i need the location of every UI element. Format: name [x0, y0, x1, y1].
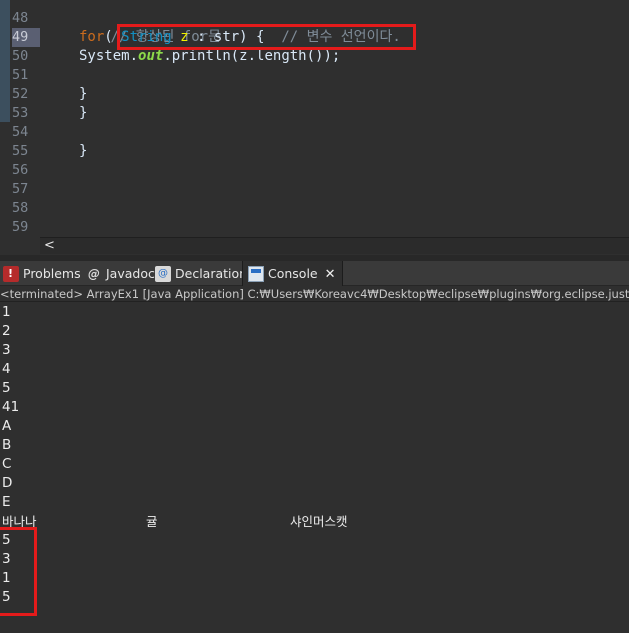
output-fruit: 귤 [146, 514, 158, 529]
tab-label: Console [268, 266, 318, 281]
output-line: A [2, 418, 12, 434]
output-line: 41 [2, 399, 20, 415]
output-line: 3 [2, 342, 11, 358]
output-line: B [2, 437, 12, 453]
output-fruit: 샤인머스캣 [290, 514, 348, 529]
output-line: D [2, 475, 13, 491]
tab-declaration[interactable]: Declaration [155, 261, 247, 286]
tab-problems[interactable]: Problems [3, 261, 81, 286]
line-number: 59 [12, 219, 29, 235]
tab-javadoc[interactable]: @ Javadoc [86, 261, 155, 286]
output-line: 5 [2, 380, 11, 396]
problems-icon [3, 265, 19, 282]
code-line-53[interactable]: } [79, 104, 87, 123]
line-number: 52 [12, 86, 29, 102]
code-text: System. [79, 48, 139, 64]
code-line-52[interactable]: } [79, 85, 87, 104]
output-line: 4 [2, 361, 11, 377]
tab-console[interactable]: Console ✕ [242, 261, 343, 286]
code-text: .println(z.length()); [163, 48, 341, 64]
line-number: 50 [12, 48, 29, 64]
closing-brace: } [79, 86, 88, 102]
views-tab-bar: Problems @ Javadoc Declaration Console ✕ [0, 261, 629, 286]
line-number: 55 [12, 143, 29, 159]
keyword-for: for [79, 29, 105, 45]
tab-label: Declaration [175, 266, 248, 281]
output-line: C [2, 456, 12, 472]
line-number: 56 [12, 162, 29, 178]
closing-brace: } [79, 105, 88, 121]
close-icon[interactable]: ✕ [325, 262, 336, 287]
line-number: 51 [12, 67, 29, 83]
output-line: 1 [2, 304, 11, 320]
static-field-out: out [138, 48, 164, 64]
horizontal-scrollbar[interactable]: < [40, 237, 629, 254]
console-status: <terminated> ArrayEx1 [Java Application]… [0, 287, 629, 302]
tab-label: Javadoc [106, 266, 155, 281]
highlight-box-for-declaration [117, 24, 416, 50]
javadoc-icon: @ [88, 266, 100, 281]
tab-label: Problems [23, 266, 81, 281]
console-icon [248, 265, 264, 282]
line-number: 57 [12, 181, 29, 197]
line-number: 47 [12, 0, 40, 6]
scroll-left-arrow-icon[interactable]: < [44, 238, 55, 254]
closing-brace: } [79, 143, 88, 159]
code-editor[interactable]: 47 48 49 50 51 52 53 54 55 56 57 58 59 /… [0, 0, 629, 255]
declaration-icon [155, 265, 171, 282]
line-number: 53 [12, 105, 29, 121]
output-line: E [2, 494, 11, 510]
line-number-gutter: 47 48 49 50 51 52 53 54 55 56 57 58 59 [10, 0, 40, 240]
eclipse-window: 47 48 49 50 51 52 53 54 55 56 57 58 59 /… [0, 0, 629, 633]
line-number-current: 49 [12, 28, 40, 47]
line-number: 54 [12, 124, 29, 140]
output-line: 2 [2, 323, 11, 339]
line-number: 48 [12, 10, 29, 26]
highlight-box-lengths [0, 527, 37, 616]
code-line-55[interactable]: } [79, 142, 87, 161]
line-number: 58 [12, 200, 29, 216]
change-ruler [0, 0, 10, 122]
